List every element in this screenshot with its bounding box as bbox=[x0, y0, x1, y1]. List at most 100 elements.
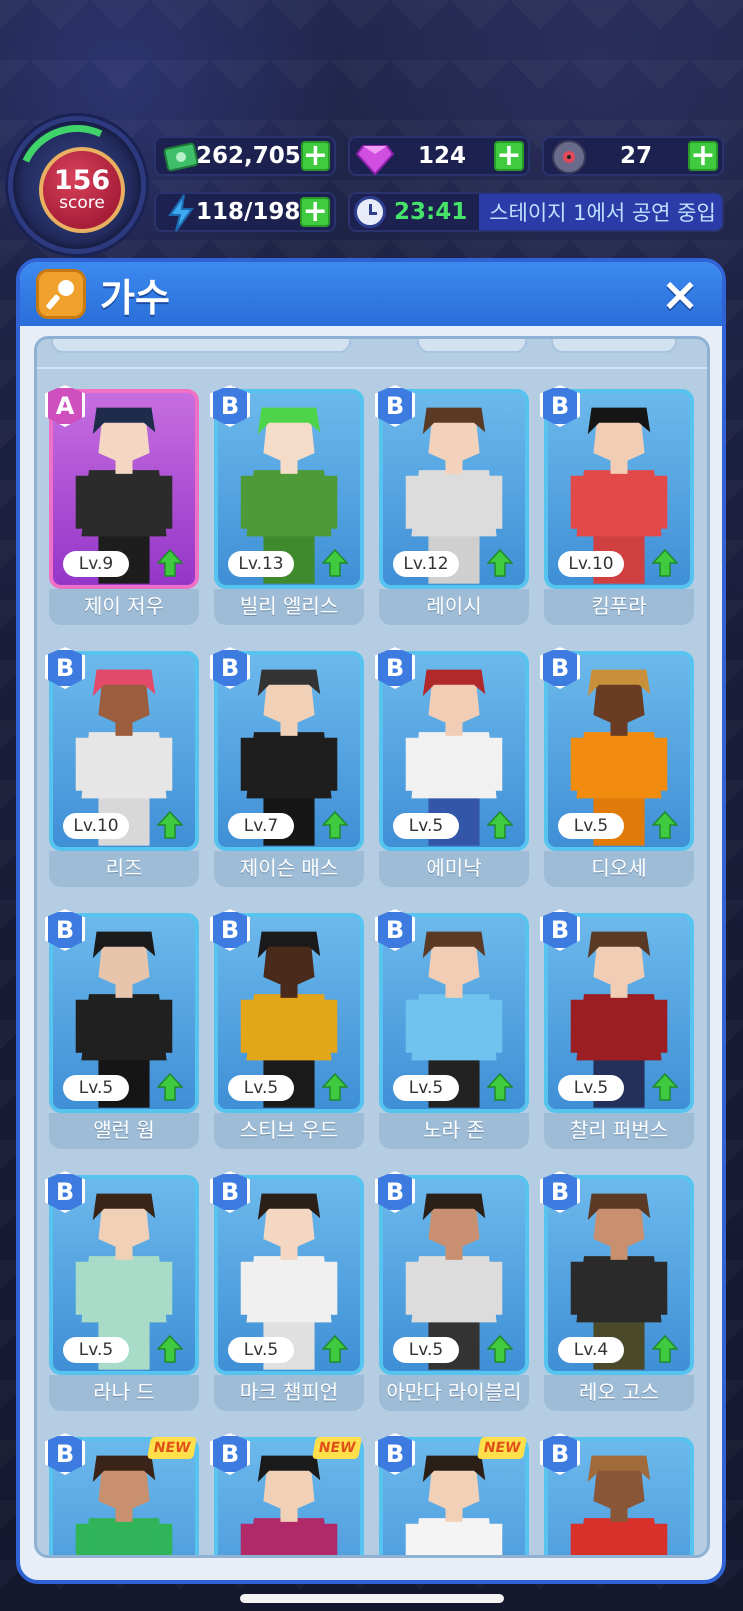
singer-name: 리즈 bbox=[49, 851, 199, 887]
level-label: Lv.4 bbox=[558, 1337, 624, 1363]
singer-name: 마크 챔피언 bbox=[214, 1375, 364, 1411]
cash-counter: 262,705 + bbox=[154, 136, 336, 176]
add-record-button[interactable]: + bbox=[688, 141, 718, 171]
vinyl-record-icon bbox=[548, 136, 590, 178]
upgrade-arrow-icon[interactable] bbox=[321, 1072, 349, 1101]
microphone-icon bbox=[36, 269, 86, 319]
upgrade-arrow-icon[interactable] bbox=[156, 548, 184, 577]
singer-card[interactable]: Lv.4 B 레오 고스 bbox=[540, 1171, 694, 1419]
cash-icon bbox=[160, 136, 202, 178]
lightning-icon bbox=[160, 192, 202, 234]
clock-icon bbox=[354, 196, 386, 228]
singer-name: 킴푸라 bbox=[544, 589, 694, 625]
singer-name: 노라 존 bbox=[379, 1113, 529, 1149]
singer-name: 디오세 bbox=[544, 851, 694, 887]
level-label: Lv.13 bbox=[228, 551, 294, 577]
filter-tab[interactable] bbox=[51, 339, 351, 353]
singer-name: 빌리 엘리스 bbox=[214, 589, 364, 625]
upgrade-arrow-icon[interactable] bbox=[321, 548, 349, 577]
level-label: Lv.9 bbox=[63, 551, 129, 577]
add-gem-button[interactable]: + bbox=[494, 141, 524, 171]
singer-name: 앨런 웜 bbox=[49, 1113, 199, 1149]
filter-strip bbox=[37, 339, 707, 369]
upgrade-arrow-icon[interactable] bbox=[156, 1072, 184, 1101]
singer-name: 라나 드 bbox=[49, 1375, 199, 1411]
singer-name: 스티브 우드 bbox=[214, 1113, 364, 1149]
singer-card[interactable]: B NEW bbox=[210, 1433, 364, 1555]
level-label: Lv.5 bbox=[63, 1337, 129, 1363]
singer-card[interactable]: Lv.10 B 리즈 bbox=[45, 647, 199, 895]
upgrade-arrow-icon[interactable] bbox=[651, 548, 679, 577]
status-message: 스테이지 1에서 공연 중입 bbox=[479, 194, 722, 230]
upgrade-arrow-icon[interactable] bbox=[156, 810, 184, 839]
singer-name: 레오 고스 bbox=[544, 1375, 694, 1411]
singer-card[interactable]: Lv.5 B 앨런 웜 bbox=[45, 909, 199, 1157]
performance-timer[interactable]: 23:41 스테이지 1에서 공연 중입 bbox=[348, 192, 724, 232]
score-core: 156 score bbox=[39, 147, 125, 233]
singer-card[interactable]: Lv.5 B 디오세 bbox=[540, 647, 694, 895]
singer-name: 제이 저우 bbox=[49, 589, 199, 625]
filter-tab[interactable] bbox=[551, 339, 677, 353]
upgrade-arrow-icon[interactable] bbox=[651, 1072, 679, 1101]
filter-tab[interactable] bbox=[417, 339, 527, 353]
singer-card[interactable]: Lv.5 B 아만다 라이블리 bbox=[375, 1171, 529, 1419]
score-label: score bbox=[59, 193, 105, 214]
level-label: Lv.5 bbox=[393, 1337, 459, 1363]
panel-title: 가수 bbox=[100, 275, 170, 320]
home-indicator bbox=[240, 1594, 504, 1603]
level-label: Lv.5 bbox=[228, 1337, 294, 1363]
score-value: 156 bbox=[53, 165, 111, 197]
close-button[interactable]: × bbox=[658, 271, 702, 317]
add-cash-button[interactable]: + bbox=[300, 141, 330, 171]
new-badge: NEW bbox=[312, 1437, 362, 1459]
singer-card[interactable]: Lv.5 B 에미낙 bbox=[375, 647, 529, 895]
singer-card[interactable]: Lv.5 B 찰리 퍼번스 bbox=[540, 909, 694, 1157]
level-label: Lv.7 bbox=[228, 813, 294, 839]
upgrade-arrow-icon[interactable] bbox=[486, 810, 514, 839]
level-label: Lv.10 bbox=[558, 551, 624, 577]
singer-name: 에미낙 bbox=[379, 851, 529, 887]
upgrade-arrow-icon[interactable] bbox=[486, 548, 514, 577]
score-badge[interactable]: 156 score bbox=[0, 108, 154, 262]
singer-card[interactable]: Lv.5 B 스티브 우드 bbox=[210, 909, 364, 1157]
record-counter: 27 + bbox=[542, 136, 724, 176]
upgrade-arrow-icon[interactable] bbox=[486, 1072, 514, 1101]
singer-card[interactable]: B NEW bbox=[45, 1433, 199, 1555]
upgrade-arrow-icon[interactable] bbox=[486, 1334, 514, 1363]
singer-card[interactable]: Lv.7 B 제이슨 매스 bbox=[210, 647, 364, 895]
panel-header: 가수 × bbox=[20, 262, 722, 326]
singer-card[interactable]: Lv.5 B 라나 드 bbox=[45, 1171, 199, 1419]
singer-card[interactable]: Lv.9 A 제이 저우 bbox=[45, 385, 199, 633]
level-label: Lv.5 bbox=[393, 813, 459, 839]
singer-card[interactable]: B bbox=[540, 1433, 694, 1555]
level-label: Lv.5 bbox=[63, 1075, 129, 1101]
singer-panel: 가수 × Lv.9 A 제이 저우 Lv.13 B 빌리 엘리스 Lv.12 B 레이시 Lv.1… bbox=[16, 258, 726, 1584]
singer-card[interactable]: Lv.12 B 레이시 bbox=[375, 385, 529, 633]
singer-name: 찰리 퍼번스 bbox=[544, 1113, 694, 1149]
level-label: Lv.5 bbox=[228, 1075, 294, 1101]
singer-name: 아만다 라이블리 bbox=[379, 1375, 529, 1411]
level-label: Lv.5 bbox=[558, 1075, 624, 1101]
upgrade-arrow-icon[interactable] bbox=[321, 810, 349, 839]
energy-counter: 118/198 + bbox=[154, 192, 336, 232]
singer-card[interactable]: Lv.5 B 노라 존 bbox=[375, 909, 529, 1157]
upgrade-arrow-icon[interactable] bbox=[651, 810, 679, 839]
upgrade-arrow-icon[interactable] bbox=[651, 1334, 679, 1363]
level-label: Lv.10 bbox=[63, 813, 129, 839]
singer-card[interactable]: Lv.5 B 마크 챔피언 bbox=[210, 1171, 364, 1419]
new-badge: NEW bbox=[477, 1437, 527, 1459]
level-label: Lv.5 bbox=[558, 813, 624, 839]
new-badge: NEW bbox=[147, 1437, 197, 1459]
singer-card[interactable]: B NEW bbox=[375, 1433, 529, 1555]
singer-list[interactable]: Lv.9 A 제이 저우 Lv.13 B 빌리 엘리스 Lv.12 B 레이시 Lv.10 B 킴푸라… bbox=[34, 336, 710, 1558]
add-energy-button[interactable]: + bbox=[300, 197, 330, 227]
singer-card[interactable]: Lv.10 B 킴푸라 bbox=[540, 385, 694, 633]
gem-icon bbox=[354, 136, 396, 178]
singer-name: 제이슨 매스 bbox=[214, 851, 364, 887]
level-label: Lv.5 bbox=[393, 1075, 459, 1101]
upgrade-arrow-icon[interactable] bbox=[156, 1334, 184, 1363]
timer-value: 23:41 bbox=[394, 199, 468, 225]
upgrade-arrow-icon[interactable] bbox=[321, 1334, 349, 1363]
singer-card[interactable]: Lv.13 B 빌리 엘리스 bbox=[210, 385, 364, 633]
singer-name: 레이시 bbox=[379, 589, 529, 625]
